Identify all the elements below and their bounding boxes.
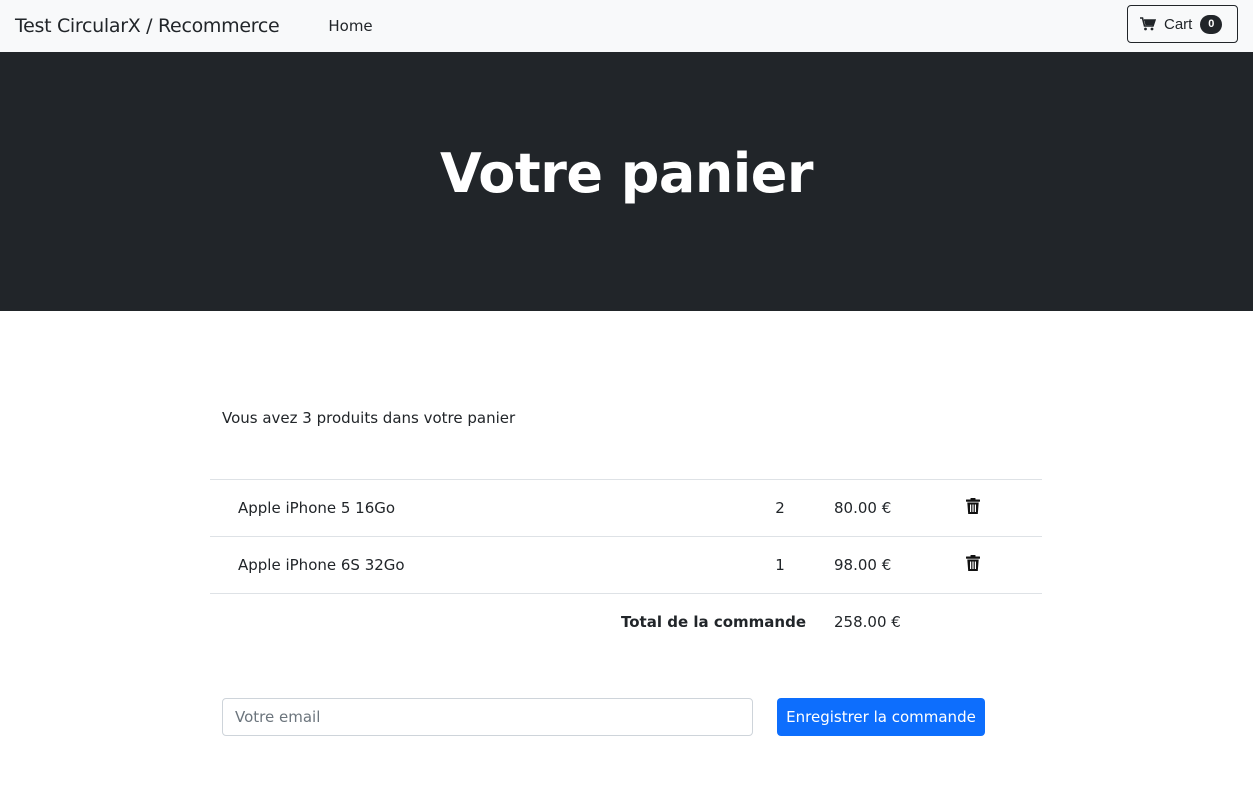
table-row: Apple iPhone 5 16Go 2 80.00 € xyxy=(210,479,1042,537)
cart-summary: Vous avez 3 produits dans votre panier xyxy=(222,409,516,427)
hero-banner: Votre panier xyxy=(0,52,1253,311)
brand-link[interactable]: Test CircularX / Recommerce xyxy=(15,15,280,37)
table-row: Apple iPhone 6S 32Go 1 98.00 € xyxy=(210,536,1042,594)
email-input[interactable] xyxy=(222,698,753,736)
delete-cell xyxy=(960,537,1042,594)
empty-cell xyxy=(960,594,1042,651)
product-quantity: 2 xyxy=(775,499,785,517)
product-quantity: 1 xyxy=(775,556,785,574)
cart-label: Cart xyxy=(1164,15,1193,33)
cart-table: Apple iPhone 5 16Go 2 80.00 € Apple iPho… xyxy=(210,479,1042,651)
page-title: Votre panier xyxy=(439,142,814,205)
total-label: Total de la commande xyxy=(621,613,806,632)
trash-icon[interactable] xyxy=(966,498,980,514)
trash-icon[interactable] xyxy=(966,555,980,571)
navbar: Test CircularX / Recommerce Home Cart 0 xyxy=(0,0,1253,52)
product-name: Apple iPhone 6S 32Go xyxy=(238,556,405,574)
product-price: 80.00 € xyxy=(834,499,892,517)
cart-icon xyxy=(1140,17,1156,31)
product-price: 98.00 € xyxy=(834,556,892,574)
total-row: Total de la commande 258.00 € xyxy=(210,593,1042,651)
nav-home-link[interactable]: Home xyxy=(328,17,372,35)
delete-cell xyxy=(960,480,1042,537)
submit-order-button[interactable]: Enregistrer la commande xyxy=(777,698,985,736)
cart-button[interactable]: Cart 0 xyxy=(1127,5,1238,43)
total-value: 258.00 € xyxy=(834,613,901,632)
product-name: Apple iPhone 5 16Go xyxy=(238,499,396,517)
cart-count-badge: 0 xyxy=(1200,14,1223,34)
